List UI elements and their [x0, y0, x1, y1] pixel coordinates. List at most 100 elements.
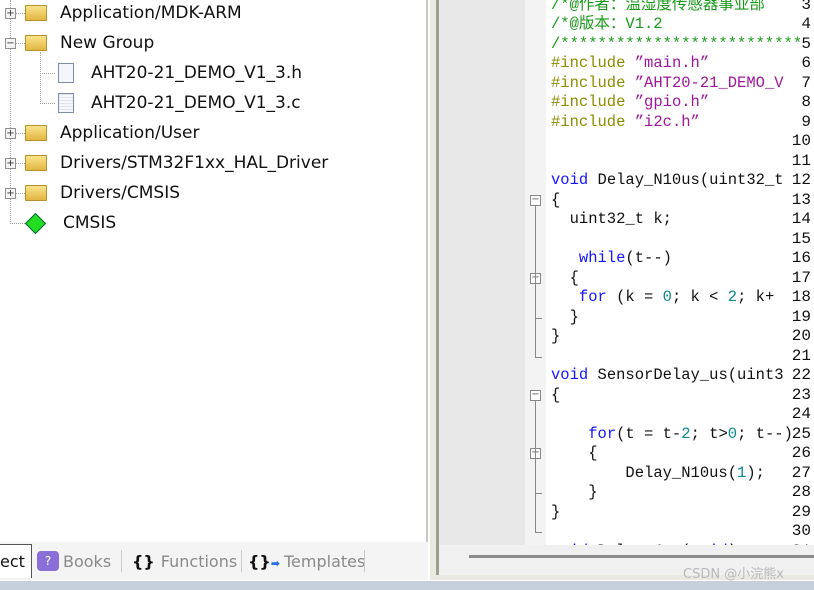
tree-line [40, 52, 41, 104]
line-number: 21 [791, 346, 811, 365]
templates-icon: {}➡ [248, 551, 280, 571]
tree-item[interactable]: Application/User [25, 118, 199, 148]
tree-item[interactable]: AHT20-21_DEMO_V1_3.c [58, 88, 301, 118]
tree-item-label: New Group [60, 33, 155, 53]
code-line[interactable]: #include ”i2c.h” [551, 113, 700, 133]
fold-end [535, 532, 542, 533]
code-line[interactable]: { [551, 191, 560, 211]
tree-item-label: CMSIS [63, 213, 117, 233]
code-line[interactable]: void SensorDelay_us(uint3 [551, 366, 784, 386]
code-line[interactable]: } [551, 308, 579, 328]
tab-label: Functions [160, 551, 238, 571]
line-number: 23 [791, 385, 811, 404]
tab-label: Books [63, 551, 112, 571]
line-number: 20 [791, 327, 811, 345]
code-line[interactable]: { [551, 444, 597, 464]
expand-icon[interactable]: + [5, 188, 16, 199]
status-strip [0, 581, 814, 590]
tree-item-label: Drivers/CMSIS [60, 183, 181, 203]
editor-viewport[interactable]: 3/*@作者：温湿度传感器事业部 4/*@版本：V1.2 5/***********… [436, 0, 814, 545]
line-number: 24 [791, 405, 811, 423]
code-line[interactable]: /************************** [551, 35, 802, 55]
fold-toggle-icon[interactable]: − [530, 389, 541, 401]
code-line[interactable]: while(t--) [551, 249, 672, 269]
code-line[interactable]: for (k = 0; k < 2; k+ [551, 288, 774, 308]
tab-templates[interactable]: {}➡ Templates [248, 548, 365, 574]
tab-label: Templates [284, 551, 366, 571]
folder-open-icon [25, 35, 47, 51]
tab-label: ect [0, 552, 25, 571]
code-line[interactable]: } [551, 483, 597, 503]
code-line[interactable]: uint32_t k; [551, 210, 672, 230]
expand-icon[interactable]: + [5, 128, 16, 139]
line-number: 14 [791, 210, 811, 228]
tab-functions[interactable]: {} Functions [132, 548, 237, 574]
code-line[interactable]: Delay_N10us(1); [551, 464, 765, 484]
panel-tabs: ect ? Books {} Functions {}➡ Templates [0, 542, 428, 580]
tree-item[interactable]: Application/MDK-ARM [25, 0, 242, 28]
line-number: 11 [791, 151, 811, 170]
line-number: 30 [791, 522, 811, 540]
line-number: 16 [791, 249, 811, 267]
fold-line [535, 400, 536, 532]
code-line[interactable]: #include ”gpio.h” [551, 93, 709, 113]
line-number-gutter [439, 0, 525, 545]
tree-item-label: Application/User [60, 123, 200, 143]
tree-line [10, 223, 25, 224]
tab-separator [364, 550, 365, 572]
line-number: 15 [791, 229, 811, 248]
tree-item-label: Application/MDK-ARM [60, 3, 242, 23]
expand-icon[interactable]: + [5, 8, 16, 19]
folder-icon [25, 155, 47, 171]
tree-item[interactable]: Drivers/STM32F1xx_HAL_Driver [25, 148, 328, 178]
fold-end [535, 493, 542, 494]
fold-end [535, 356, 542, 358]
line-number: 4 [801, 15, 811, 33]
code-line[interactable]: { [551, 269, 579, 289]
books-icon: ? [37, 551, 59, 571]
line-number: 6 [801, 54, 811, 72]
project-panel: + Application/MDK-ARM − New Group AHT20-21_D… [0, 0, 428, 542]
tree-item[interactable]: Drivers/CMSIS [25, 178, 180, 208]
folder-icon [25, 125, 47, 141]
line-number: 9 [801, 112, 811, 131]
code-line[interactable]: /*@作者：温湿度传感器事业部 [551, 0, 765, 15]
line-number: 19 [791, 307, 811, 326]
code-line[interactable]: } [551, 503, 560, 523]
scrollbar-thumb[interactable] [469, 555, 814, 558]
code-editor: 3/*@作者：温湿度传感器事业部 4/*@版本：V1.2 5/***********… [430, 0, 814, 580]
tree-item[interactable]: AHT20-21_DEMO_V1_3.h [58, 58, 302, 88]
line-number: 17 [791, 268, 811, 287]
tree-item[interactable]: CMSIS [24, 208, 117, 238]
code-line[interactable]: for(t = t-2; t>0; t--) [551, 425, 793, 445]
code-line[interactable]: /*@版本：V1.2 [551, 15, 663, 35]
folder-icon [25, 5, 47, 21]
code-line[interactable]: #include ”AHT20-21_DEMO_V [551, 74, 784, 94]
fold-end [535, 317, 542, 319]
collapse-icon[interactable]: − [5, 38, 16, 49]
expand-icon[interactable]: + [5, 158, 16, 169]
tab-books[interactable]: ? Books [37, 548, 111, 574]
watermark: CSDN @小浣熊x [683, 567, 784, 582]
tree-item-label: AHT20-21_DEMO_V1_3.h [91, 63, 303, 83]
code-line[interactable]: } [551, 327, 560, 347]
line-number: 29 [791, 502, 811, 521]
code-line[interactable]: #include ”main.h” [551, 54, 709, 74]
tree-line [40, 103, 55, 104]
tree-item-label: AHT20-21_DEMO_V1_3.c [91, 93, 301, 113]
braces-icon: {} [132, 551, 155, 571]
code-line[interactable]: void Delay_N10us(uint32_t [551, 171, 784, 191]
tree-line [40, 73, 55, 74]
c-file-icon [58, 93, 74, 113]
line-number: 8 [801, 93, 811, 111]
header-file-icon [58, 63, 74, 83]
cmsis-component-icon [24, 212, 47, 234]
fold-toggle-icon[interactable]: − [530, 194, 541, 206]
tree-item[interactable]: New Group [25, 28, 154, 58]
tab-separator [241, 550, 242, 572]
tab-project[interactable]: ect [0, 544, 32, 578]
line-number: 28 [791, 483, 811, 501]
code-line[interactable]: { [551, 386, 560, 406]
tree-item-label: Drivers/STM32F1xx_HAL_Driver [60, 153, 329, 173]
line-number: 10 [791, 132, 811, 150]
